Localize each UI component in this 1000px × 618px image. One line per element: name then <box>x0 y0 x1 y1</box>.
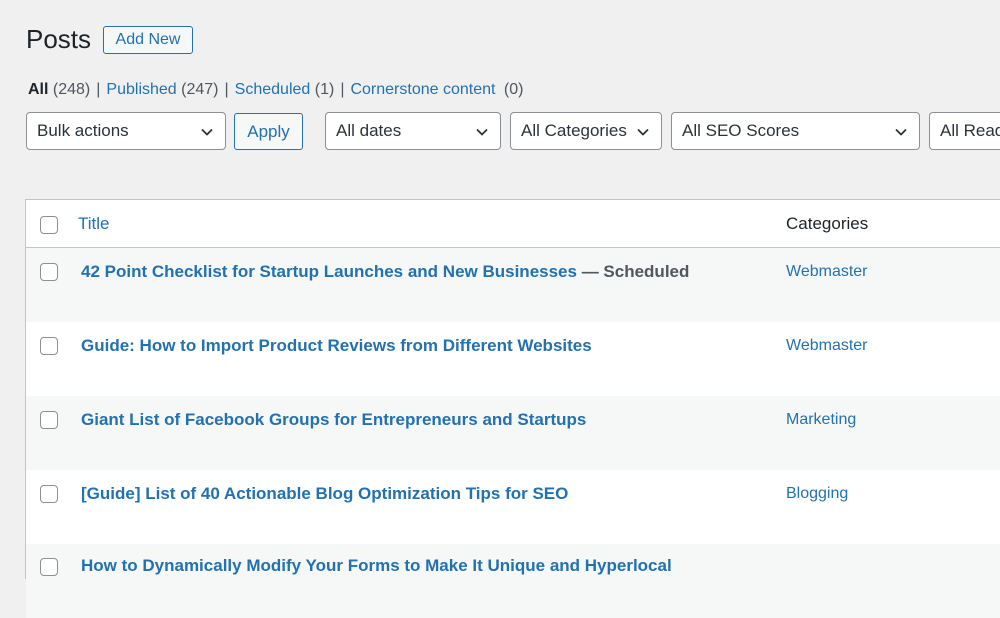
row-checkbox[interactable] <box>40 485 58 503</box>
post-title-link[interactable]: Giant List of Facebook Groups for Entrep… <box>81 410 586 429</box>
post-title-link[interactable]: Guide: How to Import Product Reviews fro… <box>81 336 592 355</box>
post-category-link[interactable]: Marketing <box>786 411 856 429</box>
page-title: Posts <box>26 24 92 54</box>
column-categories-header: Categories <box>786 214 869 233</box>
date-filter-value: All dates <box>336 121 402 140</box>
view-scheduled[interactable]: Scheduled (1) <box>235 81 335 99</box>
view-published[interactable]: Published (247) <box>106 81 218 99</box>
separator: | <box>340 81 345 98</box>
table-row: Guide: How to Import Product Reviews fro… <box>26 322 1000 396</box>
bulk-actions-value: Bulk actions <box>37 121 129 140</box>
view-published-count: (247) <box>181 81 219 98</box>
separator: | <box>224 81 229 98</box>
bulk-actions-select[interactable]: Bulk actions <box>26 112 226 150</box>
seo-score-filter-value: All SEO Scores <box>682 121 800 140</box>
posts-table: Title Categories 42 Point Checklist for … <box>25 199 1000 618</box>
select-all-checkbox[interactable] <box>40 216 58 234</box>
readability-filter-select[interactable]: All Readability Scores <box>929 112 1000 150</box>
post-title-cell: Guide: How to Import Product Reviews fro… <box>81 336 592 356</box>
row-checkbox[interactable] <box>40 263 58 281</box>
post-title-cell: [Guide] List of 40 Actionable Blog Optim… <box>81 484 568 504</box>
chevron-down-icon <box>201 128 213 136</box>
view-cornerstone-count: (0) <box>503 81 524 98</box>
post-title-link[interactable]: 42 Point Checklist for Startup Launches … <box>81 262 577 281</box>
row-checkbox[interactable] <box>40 337 58 355</box>
post-status-filter: All (248) | Published (247) | Scheduled … <box>28 81 523 99</box>
table-row: 42 Point Checklist for Startup Launches … <box>26 248 1000 322</box>
column-title-header[interactable]: Title <box>78 214 110 234</box>
table-header: Title Categories <box>26 200 1000 248</box>
category-filter-select[interactable]: All Categories <box>510 112 662 150</box>
apply-button[interactable]: Apply <box>234 113 303 150</box>
post-title-link[interactable]: [Guide] List of 40 Actionable Blog Optim… <box>81 484 568 503</box>
table-row: [Guide] List of 40 Actionable Blog Optim… <box>26 470 1000 544</box>
view-scheduled-count: (1) <box>314 81 335 98</box>
view-scheduled-label[interactable]: Scheduled <box>235 81 311 98</box>
chevron-down-icon <box>476 128 488 136</box>
post-category-link[interactable]: Blogging <box>786 485 848 503</box>
post-title-cell: 42 Point Checklist for Startup Launches … <box>81 262 689 282</box>
post-title-cell: How to Dynamically Modify Your Forms to … <box>81 556 672 576</box>
view-cornerstone[interactable]: Cornerstone content (0) <box>350 81 523 99</box>
view-published-label[interactable]: Published <box>106 81 176 98</box>
add-new-button[interactable]: Add New <box>103 26 193 54</box>
chevron-down-icon <box>895 128 907 136</box>
table-row: Giant List of Facebook Groups for Entrep… <box>26 396 1000 470</box>
view-all[interactable]: All (248) <box>28 81 90 99</box>
view-all-label: All <box>28 81 49 98</box>
post-title-cell: Giant List of Facebook Groups for Entrep… <box>81 410 586 430</box>
seo-score-filter-select[interactable]: All SEO Scores <box>671 112 920 150</box>
post-state: — Scheduled <box>576 262 690 281</box>
chevron-down-icon <box>637 128 649 136</box>
row-checkbox[interactable] <box>40 558 58 576</box>
date-filter-select[interactable]: All dates <box>325 112 501 150</box>
category-filter-value: All Categories <box>521 121 627 140</box>
post-category-link[interactable]: Webmaster <box>786 337 868 355</box>
row-checkbox[interactable] <box>40 411 58 429</box>
post-category-link[interactable]: Webmaster <box>786 263 868 281</box>
view-all-count: (248) <box>52 81 91 98</box>
view-cornerstone-label[interactable]: Cornerstone content <box>350 81 495 98</box>
table-row: How to Dynamically Modify Your Forms to … <box>26 544 1000 618</box>
readability-filter-value: All Readability Scores <box>940 121 1000 140</box>
separator: | <box>96 81 101 98</box>
post-title-link[interactable]: How to Dynamically Modify Your Forms to … <box>81 556 672 575</box>
